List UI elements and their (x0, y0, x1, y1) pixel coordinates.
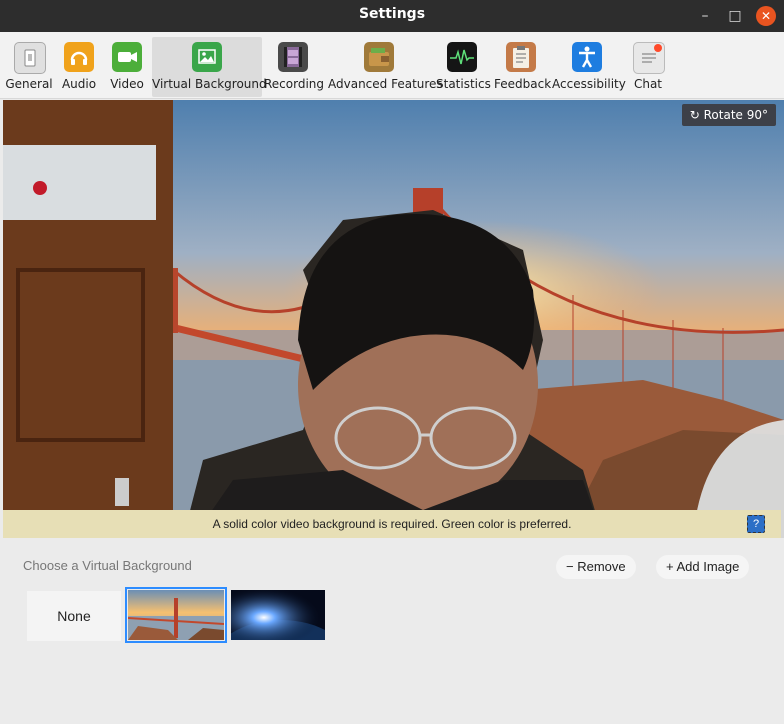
rotate-icon: ↻ (689, 108, 700, 122)
title-bar: Settings – □ ✕ (0, 0, 784, 32)
minimize-button[interactable]: – (695, 6, 715, 26)
remove-label: Remove (577, 559, 626, 574)
tab-video[interactable]: Video (106, 37, 148, 97)
tab-label: Audio (61, 77, 97, 91)
tab-recording[interactable]: Recording (264, 37, 325, 97)
tab-label: Video (110, 77, 144, 91)
settings-toolbar: General Audio Video Virtual Background R… (0, 32, 784, 99)
tab-chat[interactable]: Chat (628, 37, 668, 97)
tab-label: Feedback (494, 77, 552, 91)
add-image-label: Add Image (676, 559, 740, 574)
tab-general[interactable]: General (4, 37, 54, 97)
video-preview: ↻ Rotate 90° (3, 100, 784, 538)
chat-icon (633, 42, 665, 74)
plus-icon: + (666, 559, 674, 574)
maximize-button[interactable]: □ (725, 6, 745, 26)
tab-label: Accessibility (552, 77, 626, 91)
background-notice: A solid color video background is requir… (3, 510, 781, 538)
window-title: Settings (358, 6, 426, 22)
tab-accessibility[interactable]: Accessibility (552, 37, 626, 97)
tab-label: General (5, 77, 53, 91)
tab-virtual-background[interactable]: Virtual Background (152, 37, 267, 97)
tab-audio[interactable]: Audio (58, 37, 100, 97)
tab-label: Recording (264, 77, 325, 91)
close-button[interactable]: ✕ (756, 6, 776, 26)
tab-label: Advanced Features (328, 77, 443, 91)
accessibility-icon (572, 42, 602, 72)
section-heading: Choose a Virtual Background (23, 558, 192, 573)
video-camera-icon (112, 42, 142, 72)
minus-icon: − (566, 559, 574, 574)
wallet-icon (364, 42, 394, 72)
tab-label: Statistics (436, 77, 491, 91)
notice-text: A solid color video background is requir… (212, 517, 572, 531)
preview-image (3, 100, 784, 538)
rotate-label: Rotate 90° (703, 108, 768, 122)
tab-advanced-features[interactable]: Advanced Features (328, 37, 443, 97)
clipboard-icon (506, 42, 536, 72)
tab-statistics[interactable]: Statistics (436, 37, 491, 97)
picture-icon (192, 42, 222, 72)
background-golden-gate[interactable] (125, 587, 227, 643)
general-icon (14, 42, 46, 74)
pulse-icon (447, 42, 477, 72)
tab-label: Chat (633, 77, 663, 91)
add-image-button[interactable]: + Add Image (656, 555, 750, 579)
golden-gate-thumbnail (128, 590, 224, 640)
background-none[interactable]: None (27, 591, 121, 641)
tab-label: Virtual Background (152, 77, 267, 91)
headphones-icon (64, 42, 94, 72)
film-icon (278, 42, 308, 72)
earth-thumbnail (231, 590, 327, 640)
background-earth[interactable] (231, 590, 327, 640)
remove-button[interactable]: − Remove (556, 555, 636, 579)
help-icon[interactable]: ? (747, 515, 765, 533)
rotate-button[interactable]: ↻ Rotate 90° (681, 104, 776, 126)
tab-feedback[interactable]: Feedback (494, 37, 552, 97)
